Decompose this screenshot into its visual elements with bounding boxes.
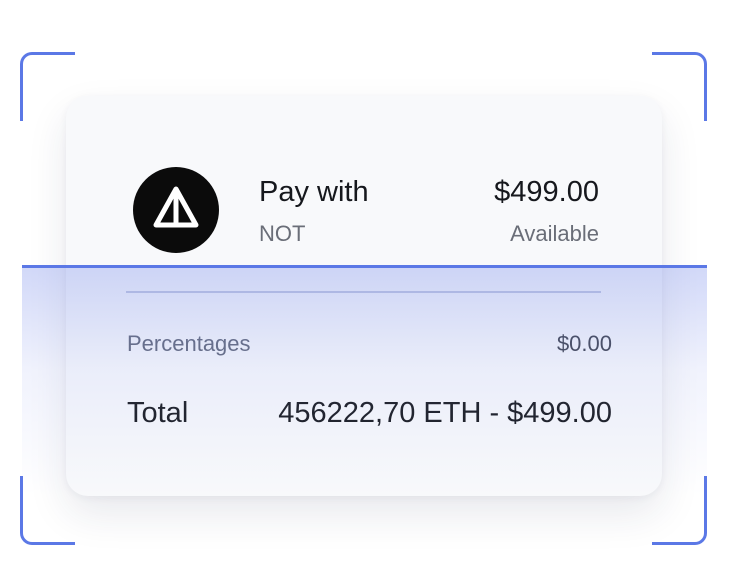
card-divider: [126, 291, 601, 293]
payment-scan-illustration: Pay with NOT $499.00 Available Percentag…: [0, 0, 736, 582]
available-caption: Available: [510, 221, 599, 246]
percentages-value: $0.00: [556, 331, 612, 356]
token-name: NOT: [259, 221, 306, 246]
warning-triangle-icon: [153, 186, 199, 228]
scanner-corner-bottom-right: [652, 476, 707, 545]
payment-card: [66, 96, 662, 496]
available-amount: $499.00: [494, 176, 599, 208]
percentages-label: Percentages: [127, 331, 251, 356]
scanner-corner-bottom-left: [20, 476, 75, 545]
total-value: 456222,70 ETH - $499.00: [278, 397, 612, 429]
total-label: Total: [127, 397, 189, 429]
scan-line: [22, 265, 707, 268]
token-logo: [133, 167, 219, 253]
pay-with-label: Pay with: [259, 176, 369, 208]
